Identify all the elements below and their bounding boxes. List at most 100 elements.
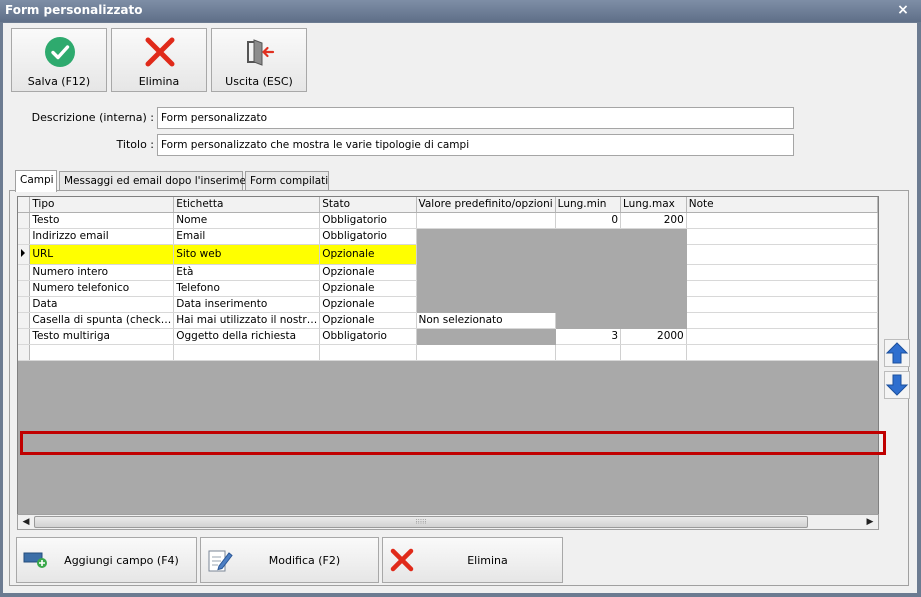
- cell-tipo[interactable]: Data: [29, 296, 175, 313]
- close-icon[interactable]: ×: [895, 2, 911, 18]
- table-row-selected[interactable]: URL Sito web Opzionale: [18, 244, 878, 265]
- scroll-thumb[interactable]: ⁝⁝⁝⁝⁝: [34, 516, 808, 528]
- cell-stato[interactable]: Obbligatorio: [319, 228, 417, 245]
- row-indicator[interactable]: [18, 264, 31, 281]
- tab-form-compilati[interactable]: Form compilati: [245, 171, 329, 191]
- cell-stato[interactable]: Opzionale: [319, 312, 417, 329]
- column-header-lung-max[interactable]: Lung.max: [620, 197, 687, 213]
- description-input[interactable]: [157, 107, 794, 129]
- scroll-left-icon[interactable]: ◀: [19, 516, 33, 528]
- cell-note[interactable]: [686, 280, 878, 297]
- save-button[interactable]: Salva (F12): [11, 28, 107, 92]
- cell-valore[interactable]: Non selezionato: [416, 312, 556, 329]
- cell-etichetta[interactable]: Sito web: [173, 244, 321, 265]
- title-input[interactable]: [157, 134, 794, 156]
- cell-note[interactable]: [686, 228, 878, 245]
- cell-tipo[interactable]: Casella di spunta (check…: [29, 312, 175, 329]
- cell-tipo[interactable]: Numero intero: [29, 264, 175, 281]
- table-row[interactable]: Indirizzo email Email Obbligatorio: [18, 228, 878, 245]
- cell-tipo[interactable]: Indirizzo email: [29, 228, 175, 245]
- cell-note[interactable]: [686, 296, 878, 313]
- row-indicator[interactable]: [18, 228, 31, 245]
- cell-etichetta[interactable]: Hai mai utilizzato il nostr…: [173, 312, 321, 329]
- cell-valore[interactable]: [416, 344, 556, 361]
- cell-stato[interactable]: Opzionale: [319, 264, 417, 281]
- cell-note[interactable]: [686, 212, 878, 229]
- cell-lung-min[interactable]: 3: [555, 328, 622, 345]
- cell-note[interactable]: [686, 244, 878, 265]
- edit-label: Modifica (F2): [268, 554, 341, 567]
- cell-lung-max[interactable]: 2000: [620, 328, 687, 345]
- cell-note[interactable]: [686, 312, 878, 329]
- cell-tipo[interactable]: Numero telefonico: [29, 280, 175, 297]
- cell-lung-min: [555, 296, 622, 313]
- cell-lung-min[interactable]: 0: [555, 212, 622, 229]
- cell-lung-max: [620, 264, 687, 281]
- table-row[interactable]: Numero telefonico Telefono Opzionale: [18, 280, 878, 297]
- cell-note[interactable]: [686, 344, 878, 361]
- cell-tipo[interactable]: Testo: [29, 212, 175, 229]
- cell-stato[interactable]: Opzionale: [319, 280, 417, 297]
- cell-stato[interactable]: Opzionale: [319, 244, 417, 265]
- edit-button[interactable]: Modifica (F2): [200, 537, 379, 583]
- table-row[interactable]: Testo Nome Obbligatorio 0 200: [18, 212, 878, 229]
- move-down-button[interactable]: [884, 371, 910, 399]
- row-indicator[interactable]: [18, 244, 31, 265]
- column-header-tipo[interactable]: Tipo: [29, 197, 175, 213]
- cell-note[interactable]: [686, 264, 878, 281]
- column-header-stato[interactable]: Stato: [319, 197, 417, 213]
- table-row[interactable]: Numero intero Età Opzionale: [18, 264, 878, 281]
- cell-etichetta[interactable]: Età: [173, 264, 321, 281]
- cell-stato[interactable]: Opzionale: [319, 296, 417, 313]
- column-header-valore[interactable]: Valore predefinito/opzioni: [416, 197, 556, 213]
- cell-lung-min[interactable]: [555, 344, 622, 361]
- cell-etichetta[interactable]: Data inserimento: [173, 296, 321, 313]
- delete-field-button[interactable]: Elimina: [382, 537, 563, 583]
- cell-stato[interactable]: [319, 344, 417, 361]
- cell-etichetta[interactable]: Nome: [173, 212, 321, 229]
- column-header-etichetta[interactable]: Etichetta: [173, 197, 321, 213]
- cell-tipo[interactable]: [29, 344, 175, 361]
- cell-stato[interactable]: Obbligatorio: [319, 328, 417, 345]
- save-button-label: Salva (F12): [27, 75, 91, 88]
- row-indicator[interactable]: [18, 280, 31, 297]
- column-header-lung-min[interactable]: Lung.min: [555, 197, 622, 213]
- arrow-down-icon: [885, 374, 909, 396]
- cell-etichetta[interactable]: [173, 344, 321, 361]
- scroll-right-icon[interactable]: ▶: [863, 516, 877, 528]
- row-indicator[interactable]: [18, 312, 31, 329]
- cell-etichetta[interactable]: Telefono: [173, 280, 321, 297]
- cell-stato[interactable]: Obbligatorio: [319, 212, 417, 229]
- row-indicator[interactable]: [18, 212, 31, 229]
- cell-etichetta[interactable]: Oggetto della richiesta: [173, 328, 321, 345]
- tab-campi[interactable]: Campi: [15, 170, 57, 192]
- delete-button[interactable]: Elimina: [111, 28, 207, 92]
- fields-grid[interactable]: Tipo Etichetta Stato Valore predefinito/…: [17, 196, 879, 520]
- table-row[interactable]: Testo multiriga Oggetto della richiesta …: [18, 328, 878, 345]
- row-indicator[interactable]: [18, 296, 31, 313]
- cell-note[interactable]: [686, 328, 878, 345]
- cell-valore: [416, 296, 556, 313]
- cell-tipo[interactable]: Testo multiriga: [29, 328, 175, 345]
- move-up-button[interactable]: [884, 339, 910, 367]
- horizontal-scrollbar[interactable]: ◀ ⁝⁝⁝⁝⁝ ▶: [17, 514, 879, 530]
- cell-tipo[interactable]: URL: [29, 244, 175, 265]
- tab-messaggi[interactable]: Messaggi ed email dopo l'inserimento: [59, 171, 263, 191]
- window-client: Salva (F12) Elimina Uscita (ESC) Descriz…: [3, 23, 917, 593]
- cell-valore[interactable]: [416, 212, 556, 229]
- row-indicator[interactable]: [18, 344, 31, 361]
- cell-lung-max[interactable]: [620, 344, 687, 361]
- cell-lung-max[interactable]: 200: [620, 212, 687, 229]
- cell-etichetta[interactable]: Email: [173, 228, 321, 245]
- table-row[interactable]: Casella di spunta (check… Hai mai utiliz…: [18, 312, 878, 329]
- table-row-new[interactable]: [18, 344, 878, 361]
- check-icon: [45, 37, 75, 67]
- title-row: Titolo :: [3, 134, 917, 156]
- row-indicator[interactable]: [18, 328, 31, 345]
- exit-button[interactable]: Uscita (ESC): [211, 28, 307, 92]
- table-row[interactable]: Data Data inserimento Opzionale: [18, 296, 878, 313]
- cell-lung-min: [555, 280, 622, 297]
- column-header-note[interactable]: Note: [686, 197, 878, 213]
- add-field-button[interactable]: Aggiungi campo (F4): [16, 537, 197, 583]
- cross-icon: [145, 37, 175, 67]
